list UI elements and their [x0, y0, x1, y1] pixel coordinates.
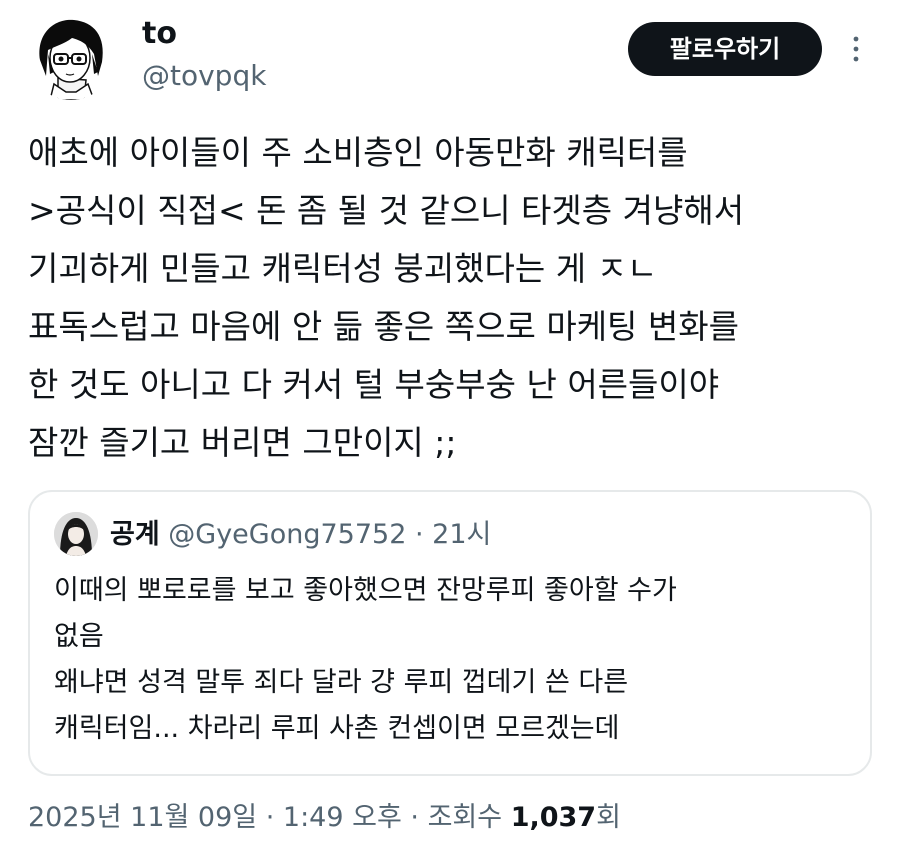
- quote-line: 왜냐면 성격 말투 죄다 달라 걍 루피 껍데기 쓴 다른: [54, 667, 629, 698]
- quote-time[interactable]: 21시: [432, 519, 491, 550]
- quote-author-avatar[interactable]: [54, 512, 98, 556]
- quote-line: 없음: [54, 621, 104, 652]
- tweet-body: 애초에 아이들이 주 소비층인 아동만화 캐릭터를 >공식이 직접< 돈 좀 될…: [28, 124, 878, 472]
- author-avatar-image: [28, 14, 114, 100]
- tweet-line: 표독스럽고 마음에 안 듦 좋은 쪽으로 마케팅 변화를: [28, 307, 739, 346]
- quoted-tweet-card[interactable]: 공계 @GyeGong75752 · 21시 이때의 뽀로로를 보고 좋아했으면…: [28, 490, 872, 776]
- views-label: 조회수: [427, 802, 503, 833]
- tweet-line: 애초에 아이들이 주 소비층인 아동만화 캐릭터를: [28, 133, 688, 172]
- quote-avatar-image: [54, 512, 98, 556]
- author-display-name[interactable]: to: [142, 14, 177, 54]
- views-count[interactable]: 1,037: [511, 802, 596, 833]
- meta-separator: ·: [265, 802, 283, 833]
- quote-line: 캐릭터임... 차라리 루피 사촌 컨셉이면 모르겠는데: [54, 713, 620, 744]
- follow-button[interactable]: 팔로우하기: [628, 22, 822, 76]
- quote-body: 이때의 뽀로로를 보고 좋아했으면 잔망루피 좋아할 수가 없음 왜냐면 성격 …: [54, 568, 854, 752]
- tweet: to @tovpqk 팔로우하기 애초에 아이들이 주 소비층인 아동만화 캐릭…: [0, 0, 900, 843]
- meta-separator: ·: [410, 802, 428, 833]
- tweet-line: >공식이 직접< 돈 좀 될 것 같으니 타겟층 겨냥해서: [28, 191, 745, 230]
- tweet-time[interactable]: 1:49 오후: [283, 802, 402, 833]
- quote-separator: ·: [414, 519, 424, 550]
- quote-line: 이때의 뽀로로를 보고 좋아했으면 잔망루피 좋아할 수가: [54, 575, 677, 606]
- quote-author-handle[interactable]: @GyeGong75752: [168, 519, 406, 550]
- tweet-meta: 2025년 11월 09일 · 1:49 오후 · 조회수 1,037회: [28, 796, 621, 840]
- author-avatar[interactable]: [28, 14, 114, 100]
- tweet-line: 한 것도 아니고 다 커서 털 부숭부숭 난 어른들이야: [28, 365, 720, 404]
- quote-author-name[interactable]: 공계: [110, 519, 160, 550]
- more-vertical-icon[interactable]: [844, 32, 868, 68]
- quote-header: 공계 @GyeGong75752 · 21시: [110, 516, 491, 554]
- tweet-line: 잠깐 즐기고 버리면 그만이지 ;;: [28, 423, 457, 462]
- views-suffix: 회: [596, 802, 621, 833]
- tweet-date[interactable]: 2025년 11월 09일: [28, 802, 257, 833]
- author-handle[interactable]: @tovpqk: [142, 56, 266, 96]
- tweet-line: 기괴하게 민들고 캐릭터성 붕괴했다는 게 ㅈㄴ: [28, 249, 658, 288]
